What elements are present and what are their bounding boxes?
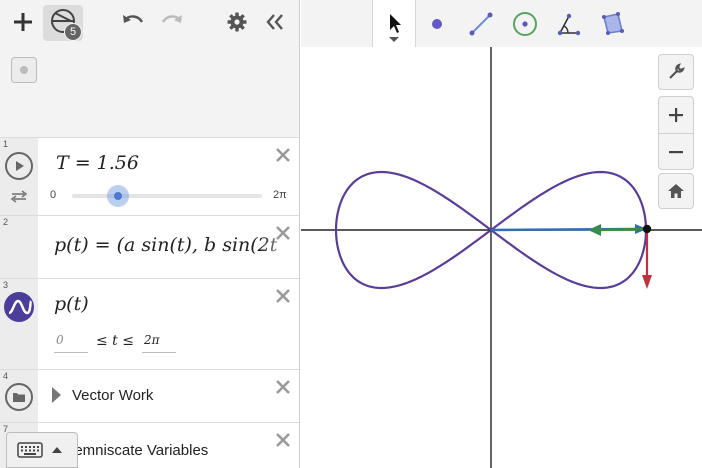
zoom-out-button[interactable] [658,134,694,170]
point-tool-button[interactable] [415,0,459,47]
default-view-button[interactable] [658,173,694,209]
keyboard-icon [17,442,43,458]
slider-track[interactable] [72,194,262,198]
acceleration-vector-head [588,224,601,236]
play-button[interactable] [5,152,33,180]
velocity-vector-head [642,275,652,289]
delete-icon[interactable] [274,224,292,242]
angle-tool-button[interactable] [547,0,591,47]
row-number: 3 [3,280,9,290]
cas-toggle-button[interactable]: 5 [43,5,83,41]
row-number: 4 [3,371,9,381]
slider-min-label: 0 [50,189,57,201]
row-number: 2 [3,217,9,227]
keyboard-toggle-button[interactable] [6,432,78,468]
lower-bound-input[interactable]: 0 [54,333,88,353]
home-icon [668,184,684,198]
wrench-icon [669,63,685,79]
pointer-tool-button[interactable] [372,0,416,47]
circle-icon [513,11,537,36]
double-chevron-left-icon [266,14,283,30]
folder-icon [5,383,33,411]
slider-max-label: 2π [273,189,287,201]
folder-title[interactable]: Lemniscate Variables [66,442,208,459]
bounds-operator: ≤ t ≤ [96,333,134,349]
redo-icon [161,15,182,23]
dot-icon [20,66,28,74]
undo-icon [123,15,144,23]
redo-button[interactable] [159,10,185,34]
row-number: 1 [3,139,9,149]
row-gutter: 1 [0,138,38,215]
algebra-toolbar: 5 [0,0,299,46]
expression-row-parametric[interactable]: 3 p(t) 0 ≤ t ≤ 2π [0,278,299,369]
graph-canvas[interactable] [301,0,702,468]
upper-bound-input[interactable]: 2π [142,333,176,353]
polygon-tool-button[interactable] [591,0,635,47]
angle-icon [557,13,581,35]
expression-row-definition[interactable]: 2 p(t) = (a sin(t), b sin(2t [0,215,299,278]
caret-up-icon [52,447,62,453]
circle-tool-button[interactable] [503,0,547,47]
parametric-expression[interactable]: p(t) [54,293,89,315]
expression-row-folder[interactable]: 4 Vector Work [0,369,299,422]
add-item-button[interactable] [10,9,36,35]
delete-icon[interactable] [274,146,292,164]
point-style-button[interactable] [11,57,37,83]
expand-folder-toggle[interactable] [52,387,61,403]
folder-shape-icon [13,393,25,402]
minus-icon [669,150,683,153]
delete-icon[interactable] [274,431,292,449]
folder-title[interactable]: Vector Work [72,387,153,404]
algebra-panel: 5 1 T = 1.56 0 2π 2 p(t) = (a sin(t), b … [0,0,300,468]
delete-icon[interactable] [274,287,292,305]
graph-settings-button[interactable] [658,54,694,90]
cas-count-badge: 5 [64,23,82,41]
row-gutter: 3 [0,279,38,369]
moving-point[interactable] [642,224,652,234]
gear-icon [227,12,247,32]
geogebra-app: 5 1 T = 1.56 0 2π 2 p(t) = (a sin(t), b … [0,0,702,468]
acceleration-vector[interactable] [596,227,648,232]
graphics-view[interactable] [301,0,702,468]
graphics-toolbar [301,0,702,47]
loop-mode-icon[interactable] [10,189,28,203]
segment-icon [469,12,493,35]
collapse-panel-button[interactable] [262,10,288,34]
slider-expression[interactable]: T = 1.56 [56,152,139,174]
row-gutter: 4 [0,370,38,422]
delete-icon[interactable] [274,378,292,396]
plus-icon [14,13,32,31]
point-icon [432,18,442,29]
segment-tool-button[interactable] [459,0,503,47]
wave-icon [8,299,33,315]
settings-button[interactable] [225,10,249,34]
style-toolbar [0,46,299,172]
row-gutter: 2 [0,216,38,278]
definition-expression[interactable]: p(t) = (a sin(t), b sin(2t [54,234,294,256]
polygon-icon [602,11,624,35]
curve-color-icon[interactable] [4,292,34,322]
expression-row-slider[interactable]: 1 T = 1.56 0 2π [0,137,299,215]
slider-thumb[interactable] [107,185,129,207]
pointer-icon [389,13,401,42]
plus-icon [669,108,683,122]
zoom-in-button[interactable] [658,96,694,134]
play-icon [16,161,24,171]
undo-button[interactable] [120,10,146,34]
